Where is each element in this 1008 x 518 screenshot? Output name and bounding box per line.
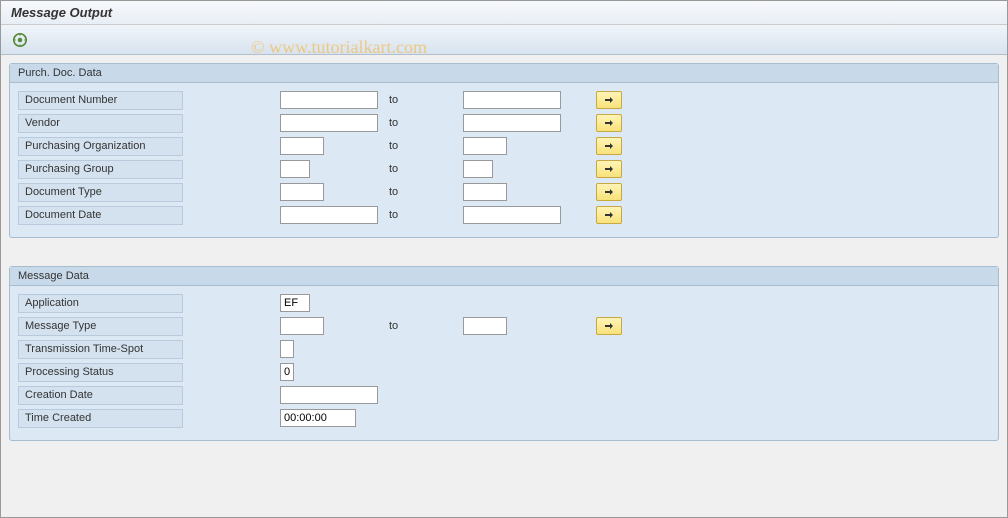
row-trans-time: Transmission Time-Spot [18, 338, 990, 360]
to-label: to [385, 186, 463, 198]
to-label: to [385, 163, 463, 175]
row-application: Application [18, 292, 990, 314]
message-type-from-input[interactable] [280, 317, 324, 335]
label-application: Application [18, 294, 183, 313]
creation-date-input[interactable] [280, 386, 378, 404]
row-proc-status: Processing Status [18, 361, 990, 383]
doc-number-to-input[interactable] [463, 91, 561, 109]
vendor-to-input[interactable] [463, 114, 561, 132]
row-message-type: Message Type to [18, 315, 990, 337]
label-vendor: Vendor [18, 114, 183, 133]
doc-date-to-input[interactable] [463, 206, 561, 224]
arrow-right-icon [604, 210, 614, 220]
row-time-created: Time Created [18, 407, 990, 429]
doc-number-more-button[interactable] [596, 91, 622, 109]
title-bar: Message Output [1, 1, 1007, 25]
row-document-number: Document Number to [18, 89, 990, 111]
row-doc-type: Document Type to [18, 181, 990, 203]
doc-type-more-button[interactable] [596, 183, 622, 201]
purch-group-from-input[interactable] [280, 160, 310, 178]
group-purch-doc: Purch. Doc. Data Document Number to Vend… [9, 63, 999, 238]
doc-date-more-button[interactable] [596, 206, 622, 224]
arrow-right-icon [604, 95, 614, 105]
trans-time-input[interactable] [280, 340, 294, 358]
row-creation-date: Creation Date [18, 384, 990, 406]
to-label: to [385, 94, 463, 106]
toolbar [1, 25, 1007, 55]
arrow-right-icon [604, 118, 614, 128]
message-type-more-button[interactable] [596, 317, 622, 335]
to-label: to [385, 140, 463, 152]
row-purch-group: Purchasing Group to [18, 158, 990, 180]
page-title: Message Output [11, 5, 997, 20]
execute-icon[interactable] [11, 31, 29, 49]
row-purch-org: Purchasing Organization to [18, 135, 990, 157]
label-doc-date: Document Date [18, 206, 183, 225]
label-message-type: Message Type [18, 317, 183, 336]
row-vendor: Vendor to [18, 112, 990, 134]
doc-type-from-input[interactable] [280, 183, 324, 201]
arrow-right-icon [604, 321, 614, 331]
vendor-more-button[interactable] [596, 114, 622, 132]
group-message-data: Message Data Application Message Type to… [9, 266, 999, 441]
purch-group-more-button[interactable] [596, 160, 622, 178]
doc-type-to-input[interactable] [463, 183, 507, 201]
message-type-to-input[interactable] [463, 317, 507, 335]
content-area: Purch. Doc. Data Document Number to Vend… [1, 55, 1007, 477]
purch-org-more-button[interactable] [596, 137, 622, 155]
label-purch-group: Purchasing Group [18, 160, 183, 179]
group-body: Application Message Type to Transmission… [10, 286, 998, 440]
label-trans-time: Transmission Time-Spot [18, 340, 183, 359]
time-created-input[interactable] [280, 409, 356, 427]
arrow-right-icon [604, 164, 614, 174]
label-time-created: Time Created [18, 409, 183, 428]
label-purch-org: Purchasing Organization [18, 137, 183, 156]
purch-group-to-input[interactable] [463, 160, 493, 178]
arrow-right-icon [604, 141, 614, 151]
doc-date-from-input[interactable] [280, 206, 378, 224]
label-doc-type: Document Type [18, 183, 183, 202]
vendor-from-input[interactable] [280, 114, 378, 132]
label-creation-date: Creation Date [18, 386, 183, 405]
application-input[interactable] [280, 294, 310, 312]
arrow-right-icon [604, 187, 614, 197]
group-header: Message Data [10, 267, 998, 286]
to-label: to [385, 117, 463, 129]
doc-number-from-input[interactable] [280, 91, 378, 109]
label-proc-status: Processing Status [18, 363, 183, 382]
group-header: Purch. Doc. Data [10, 64, 998, 83]
label-doc-number: Document Number [18, 91, 183, 110]
purch-org-to-input[interactable] [463, 137, 507, 155]
to-label: to [385, 320, 463, 332]
to-label: to [385, 209, 463, 221]
purch-org-from-input[interactable] [280, 137, 324, 155]
group-body: Document Number to Vendor to Purchasing … [10, 83, 998, 237]
proc-status-input[interactable] [280, 363, 294, 381]
row-doc-date: Document Date to [18, 204, 990, 226]
